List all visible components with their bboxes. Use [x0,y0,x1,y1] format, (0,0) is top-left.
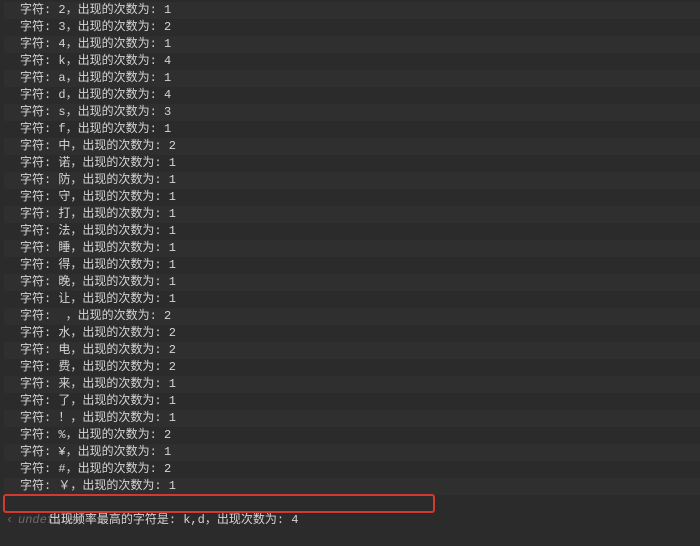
output-line: 字符: 4，出现的次数为: 1 [4,36,700,53]
output-line: 字符: 诺，出现的次数为: 1 [4,155,700,172]
output-line: 字符: k，出现的次数为: 4 [4,53,700,70]
output-line: 字符: 睡，出现的次数为: 1 [4,240,700,257]
output-line: 字符: 费，出现的次数为: 2 [4,359,700,376]
output-line: 字符: 让，出现的次数为: 1 [4,291,700,308]
output-line: 字符: 3，出现的次数为: 2 [4,19,700,36]
output-line: 字符: 打，出现的次数为: 1 [4,206,700,223]
console-output: 字符: 2，出现的次数为: 1字符: 3，出现的次数为: 2字符: 4，出现的次… [0,0,700,529]
output-line: 字符: d，出现的次数为: 4 [4,87,700,104]
summary-text: 出现频率最高的字符是: k,d，出现次数为: 4 [49,513,299,527]
output-line: 字符: 晚，出现的次数为: 1 [4,274,700,291]
output-line: 字符: 来，出现的次数为: 1 [4,376,700,393]
output-line: 字符: f，出现的次数为: 1 [4,121,700,138]
summary-line: 出现频率最高的字符是: k,d，出现次数为: 4 [4,495,434,512]
output-line: 字符: 防，出现的次数为: 1 [4,172,700,189]
output-line: 字符: 得，出现的次数为: 1 [4,257,700,274]
output-line: 字符: ！，出现的次数为: 1 [4,410,700,427]
output-line: 字符: ，出现的次数为: 2 [4,308,700,325]
output-line: 字符: #，出现的次数为: 2 [4,461,700,478]
output-line: 字符: %，出现的次数为: 2 [4,427,700,444]
output-line: 字符: 中，出现的次数为: 2 [4,138,700,155]
output-line: 字符: 了，出现的次数为: 1 [4,393,700,410]
output-lines: 字符: 2，出现的次数为: 1字符: 3，出现的次数为: 2字符: 4，出现的次… [4,2,700,495]
output-line: 字符: 2，出现的次数为: 1 [4,2,700,19]
output-line: 字符: 守，出现的次数为: 1 [4,189,700,206]
output-line: 字符: a，出现的次数为: 1 [4,70,700,87]
output-line: 字符: 电，出现的次数为: 2 [4,342,700,359]
output-line: 字符: ￥，出现的次数为: 1 [4,478,700,495]
output-line: 字符: ¥，出现的次数为: 1 [4,444,700,461]
output-line: 字符: s，出现的次数为: 3 [4,104,700,121]
output-line: 字符: 法，出现的次数为: 1 [4,223,700,240]
output-line: 字符: 水，出现的次数为: 2 [4,325,700,342]
